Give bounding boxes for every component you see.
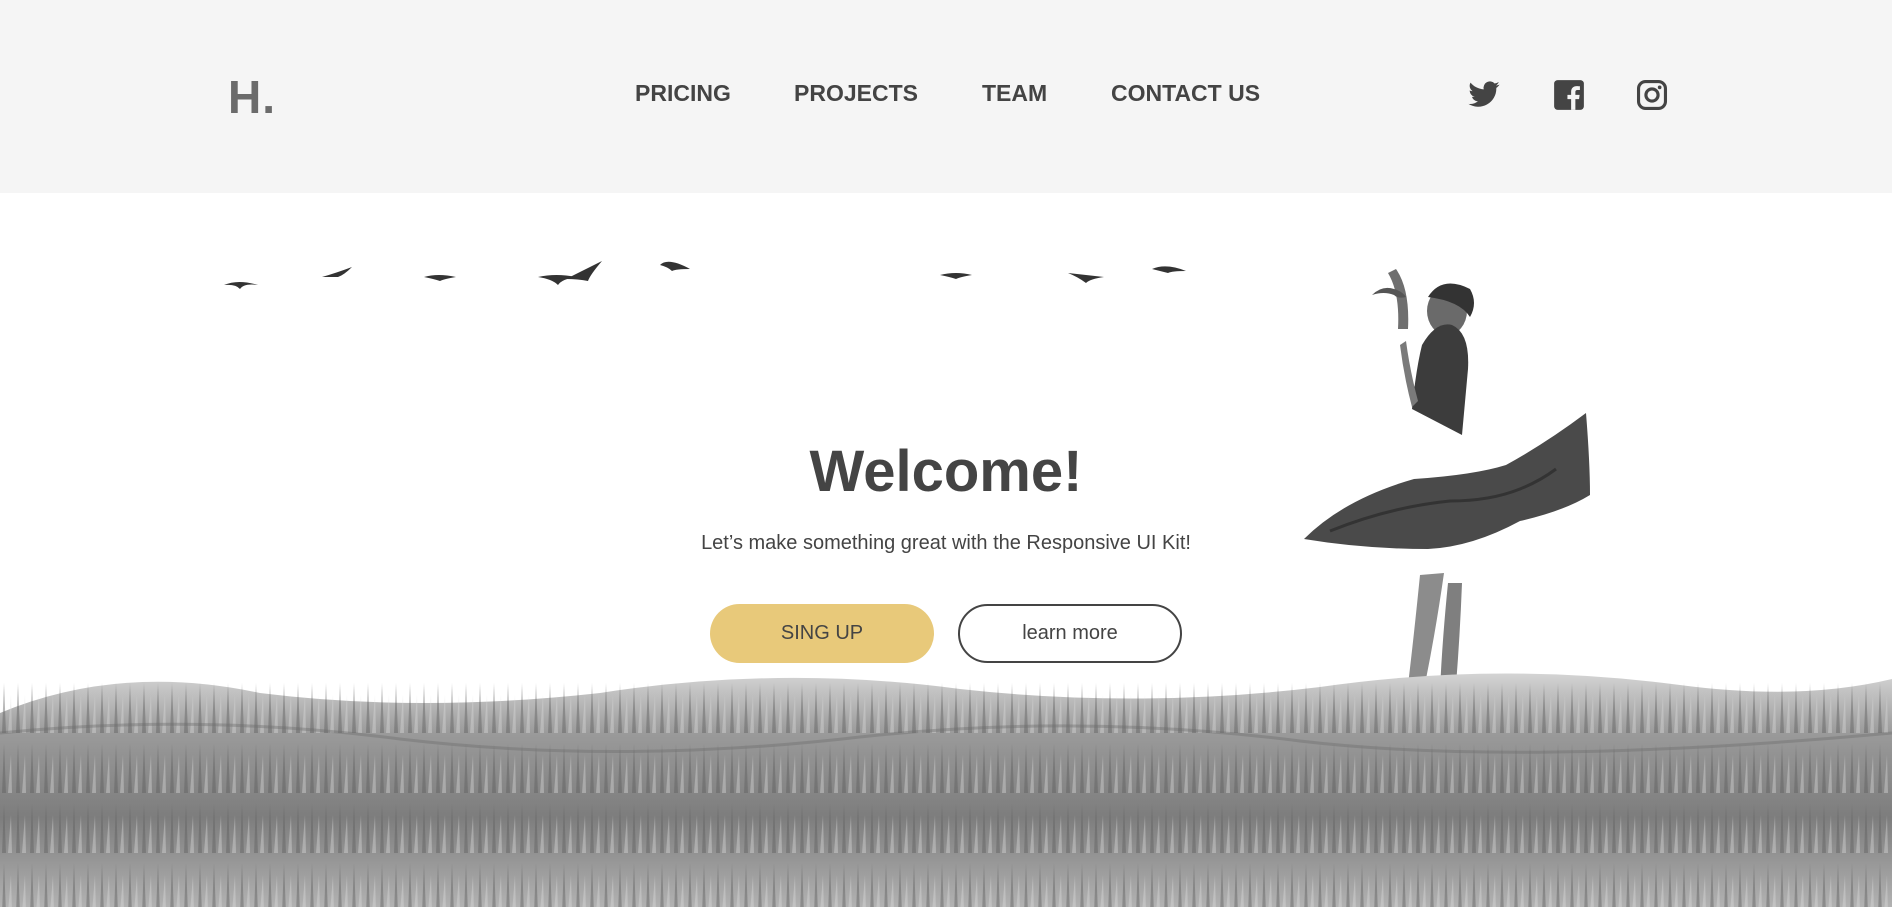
- grass-field: [0, 673, 1892, 907]
- twitter-icon[interactable]: [1467, 78, 1501, 112]
- hero-subtitle: Let’s make something great with the Resp…: [701, 532, 1191, 554]
- sign-up-button[interactable]: SING UP: [710, 604, 934, 663]
- main-nav: PRICING PROJECTS TEAM CONTACT US: [0, 80, 1892, 110]
- site-header: H. PRICING PROJECTS TEAM CONTACT US: [0, 0, 1892, 193]
- nav-item-contact-us[interactable]: CONTACT US: [1111, 80, 1260, 107]
- birds: [224, 261, 1186, 289]
- hero-title: Welcome!: [809, 439, 1083, 504]
- nav-item-team[interactable]: TEAM: [982, 80, 1047, 107]
- hero-section: Welcome! Let’s make something great with…: [0, 193, 1892, 907]
- facebook-icon[interactable]: [1552, 78, 1586, 112]
- instagram-icon[interactable]: [1635, 78, 1669, 112]
- nav-item-pricing[interactable]: PRICING: [635, 80, 731, 107]
- learn-more-button[interactable]: learn more: [958, 604, 1182, 663]
- nav-item-projects[interactable]: PROJECTS: [794, 80, 918, 107]
